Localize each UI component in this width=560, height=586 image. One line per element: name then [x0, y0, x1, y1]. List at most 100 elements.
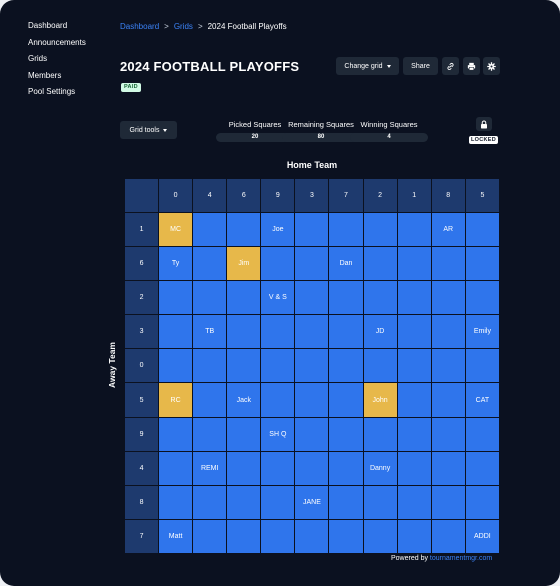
- grid-square[interactable]: [294, 450, 330, 486]
- settings-button[interactable]: [483, 57, 500, 75]
- grid-square[interactable]: [430, 348, 466, 384]
- grid-square[interactable]: Ty: [158, 246, 194, 282]
- grid-square[interactable]: [192, 212, 228, 248]
- grid-square[interactable]: [396, 382, 432, 418]
- lock-button[interactable]: [476, 117, 492, 131]
- grid-square[interactable]: [294, 314, 330, 350]
- grid-square[interactable]: REMI: [192, 450, 228, 486]
- grid-square[interactable]: [464, 484, 501, 520]
- winning-square[interactable]: MC: [158, 212, 194, 248]
- grid-square[interactable]: [464, 212, 501, 248]
- grid-square[interactable]: [362, 212, 398, 248]
- grid-square[interactable]: [430, 416, 466, 452]
- change-grid-button[interactable]: Change grid: [336, 57, 399, 75]
- grid-square[interactable]: [226, 212, 262, 248]
- grid-square[interactable]: [464, 348, 501, 384]
- grid-square[interactable]: [430, 450, 466, 486]
- grid-square[interactable]: [158, 484, 194, 520]
- grid-square[interactable]: [464, 280, 501, 316]
- share-button[interactable]: Share: [403, 57, 438, 75]
- grid-square[interactable]: [396, 314, 432, 350]
- grid-square[interactable]: Emily: [464, 314, 501, 350]
- grid-square[interactable]: [294, 246, 330, 282]
- grid-square[interactable]: [328, 212, 364, 248]
- grid-square[interactable]: [260, 348, 296, 384]
- winning-square[interactable]: Jim: [226, 246, 262, 282]
- grid-square[interactable]: [192, 518, 228, 555]
- grid-square[interactable]: [158, 280, 194, 316]
- grid-square[interactable]: [294, 416, 330, 452]
- grid-square[interactable]: [260, 246, 296, 282]
- grid-square[interactable]: [464, 450, 501, 486]
- grid-square[interactable]: [226, 416, 262, 452]
- grid-square[interactable]: [192, 280, 228, 316]
- grid-square[interactable]: [464, 246, 501, 282]
- grid-square[interactable]: [430, 382, 466, 418]
- grid-square[interactable]: [294, 280, 330, 316]
- grid-square[interactable]: [294, 382, 330, 418]
- grid-square[interactable]: [328, 450, 364, 486]
- grid-square[interactable]: [260, 484, 296, 520]
- grid-square[interactable]: [328, 314, 364, 350]
- grid-square[interactable]: [226, 484, 262, 520]
- grid-square[interactable]: [328, 416, 364, 452]
- grid-square[interactable]: Joe: [260, 212, 296, 248]
- sidebar-item-dashboard[interactable]: Dashboard: [28, 20, 86, 37]
- grid-square[interactable]: [260, 450, 296, 486]
- grid-square[interactable]: [226, 450, 262, 486]
- grid-square[interactable]: Danny: [362, 450, 398, 486]
- grid-square[interactable]: AR: [430, 212, 466, 248]
- grid-square[interactable]: SH Q: [260, 416, 296, 452]
- grid-square[interactable]: [192, 484, 228, 520]
- grid-square[interactable]: [328, 518, 364, 555]
- grid-square[interactable]: [362, 246, 398, 282]
- sidebar-item-members[interactable]: Members: [28, 70, 86, 87]
- copy-link-button[interactable]: [442, 57, 459, 75]
- grid-square[interactable]: CAT: [464, 382, 501, 418]
- sidebar-item-announcements[interactable]: Announcements: [28, 37, 86, 54]
- grid-square[interactable]: [396, 416, 432, 452]
- grid-square[interactable]: [328, 280, 364, 316]
- grid-square[interactable]: [226, 518, 262, 555]
- grid-square[interactable]: TB: [192, 314, 228, 350]
- grid-square[interactable]: [464, 416, 501, 452]
- grid-square[interactable]: [396, 212, 432, 248]
- grid-square[interactable]: [396, 348, 432, 384]
- grid-square[interactable]: [430, 280, 466, 316]
- grid-square[interactable]: [226, 314, 262, 350]
- grid-square[interactable]: [396, 280, 432, 316]
- grid-square[interactable]: Matt: [158, 518, 194, 555]
- winning-square[interactable]: RC: [158, 382, 194, 418]
- grid-square[interactable]: [430, 518, 466, 555]
- grid-square[interactable]: [328, 382, 364, 418]
- grid-square[interactable]: Jack: [226, 382, 262, 418]
- breadcrumb-dashboard[interactable]: Dashboard: [120, 22, 159, 31]
- grid-square[interactable]: [396, 246, 432, 282]
- grid-square[interactable]: [226, 280, 262, 316]
- grid-square[interactable]: V & S: [260, 280, 296, 316]
- winning-square[interactable]: John: [362, 382, 398, 418]
- grid-square[interactable]: [328, 348, 364, 384]
- breadcrumb-grids[interactable]: Grids: [174, 22, 193, 31]
- grid-square[interactable]: [158, 450, 194, 486]
- grid-square[interactable]: [192, 246, 228, 282]
- sidebar-item-pool-settings[interactable]: Pool Settings: [28, 86, 86, 103]
- grid-square[interactable]: [430, 484, 466, 520]
- grid-square[interactable]: JANE: [294, 484, 330, 520]
- grid-square[interactable]: [362, 416, 398, 452]
- grid-square[interactable]: [396, 518, 432, 555]
- grid-square[interactable]: [430, 246, 466, 282]
- grid-square[interactable]: [294, 518, 330, 555]
- sidebar-item-grids[interactable]: Grids: [28, 53, 86, 70]
- grid-square[interactable]: JD: [362, 314, 398, 350]
- grid-square[interactable]: [158, 348, 194, 384]
- grid-square[interactable]: [294, 212, 330, 248]
- grid-square[interactable]: [362, 518, 398, 555]
- grid-square[interactable]: [192, 416, 228, 452]
- grid-tools-button[interactable]: Grid tools: [120, 121, 177, 139]
- grid-square[interactable]: ADDI: [464, 518, 501, 555]
- grid-square[interactable]: [328, 484, 364, 520]
- grid-square[interactable]: [192, 348, 228, 384]
- grid-square[interactable]: [226, 348, 262, 384]
- grid-square[interactable]: [294, 348, 330, 384]
